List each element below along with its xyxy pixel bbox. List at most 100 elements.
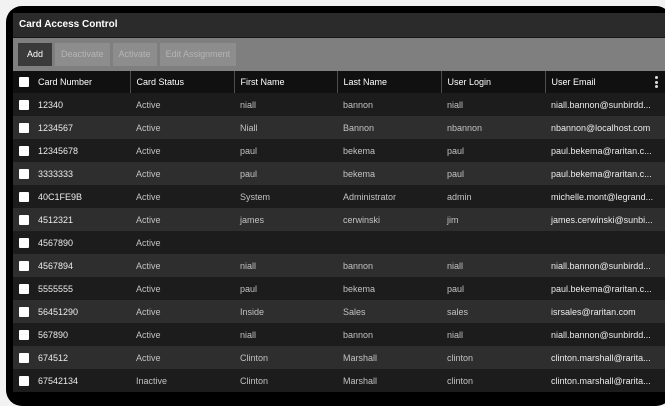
card-status: Active [136, 122, 161, 133]
user-login: nbannon [447, 122, 483, 133]
row-checkbox[interactable] [19, 214, 29, 225]
card-status: Active [136, 145, 161, 156]
toolbar: Add Deactivate Activate Edit Assignment [13, 38, 665, 71]
deactivate-button[interactable]: Deactivate [55, 43, 110, 66]
table-row[interactable]: 4567890 Active [13, 231, 665, 254]
row-checkbox[interactable] [19, 352, 29, 363]
first-name: Inside [240, 306, 265, 317]
last-name: cerwinski [343, 214, 381, 225]
user-email: isrsales@raritan.com [551, 306, 636, 317]
table-row[interactable]: 40C1FE9B Active System Administrator admin mi… [13, 185, 665, 208]
column-header-card-number[interactable]: Card Number [13, 71, 130, 93]
column-header-last-name[interactable]: Last Name [336, 71, 441, 93]
last-name: bannon [343, 99, 374, 110]
row-checkbox[interactable] [19, 329, 29, 340]
card-table: Card Number Card Status First Name Last … [13, 71, 665, 392]
card-number-cell: 4567894 [13, 254, 130, 277]
card-number-cell: 3333333 [13, 162, 130, 185]
card-number-cell: 4512321 [13, 208, 130, 231]
user-email: clinton.marshall@rarita... [551, 375, 651, 386]
table-row[interactable]: 4512321 Active james cerwinski jim james.cerw… [13, 208, 665, 231]
select-all-checkbox[interactable] [19, 77, 29, 87]
table-row[interactable]: 4567894 Active niall bannon niall niall.banno… [13, 254, 665, 277]
row-checkbox[interactable] [19, 260, 29, 271]
last-name: bannon [343, 260, 374, 271]
row-checkbox[interactable] [19, 99, 29, 110]
user-email: michelle.mont@legrand... [551, 191, 654, 202]
first-name: System [240, 191, 271, 202]
user-email: paul.bekema@raritan.c... [551, 168, 652, 179]
first-name: paul [240, 283, 258, 294]
first-name: Clinton [240, 375, 269, 386]
add-button[interactable]: Add [18, 43, 53, 66]
user-email: paul.bekema@raritan.c... [551, 145, 652, 156]
user-login: sales [447, 306, 469, 317]
column-header-label: Card Number [38, 77, 93, 87]
row-checkbox[interactable] [19, 306, 29, 317]
row-checkbox[interactable] [19, 191, 29, 202]
card-number: 12340 [38, 99, 64, 110]
row-checkbox[interactable] [19, 168, 29, 179]
table-row[interactable]: 56451290 Active Inside Sales sales isrsales@r… [13, 300, 665, 323]
table-row[interactable]: 12345678 Active paul bekema paul paul.bekema@… [13, 139, 665, 162]
card-number-cell: 67542134 [13, 369, 130, 392]
table-row[interactable]: 674512 Active Clinton Marshall clinton clinto… [13, 346, 665, 369]
user-login: niall [447, 260, 464, 271]
user-login: clinton [447, 375, 474, 386]
last-name: bekema [343, 283, 376, 294]
card-number: 4512321 [38, 214, 74, 225]
last-name: Marshall [343, 352, 378, 363]
user-login: jim [447, 214, 459, 225]
first-name: james [240, 214, 265, 225]
card-status: Active [136, 260, 161, 271]
activate-button[interactable]: Activate [112, 43, 157, 66]
user-login: clinton [447, 352, 474, 363]
table-row[interactable]: 12340 Active niall bannon niall niall.bannon@… [13, 93, 665, 116]
card-number: 12345678 [38, 145, 79, 156]
first-name: niall [240, 99, 257, 110]
row-checkbox[interactable] [19, 122, 29, 133]
table-row[interactable]: 67542134 Inactive Clinton Marshall clinton cl… [13, 369, 665, 392]
table-row[interactable]: 3333333 Active paul bekema paul paul.bekema@r… [13, 162, 665, 185]
card-number-cell: 56451290 [13, 300, 130, 323]
card-status: Active [136, 168, 161, 179]
last-name: Marshall [343, 375, 378, 386]
row-checkbox[interactable] [19, 283, 29, 294]
card-number: 1234567 [38, 122, 74, 133]
table-row[interactable]: 567890 Active niall bannon niall niall.bannon… [13, 323, 665, 346]
card-status: Active [136, 191, 161, 202]
column-header-label: User Email [551, 77, 596, 87]
edit-assignment-button[interactable]: Edit Assignment [159, 43, 237, 66]
last-name: bannon [343, 329, 374, 340]
user-email: niall.bannon@sunbirdd... [551, 329, 651, 340]
row-checkbox[interactable] [19, 375, 29, 386]
first-name: niall [240, 329, 257, 340]
row-checkbox[interactable] [19, 145, 29, 156]
row-checkbox[interactable] [19, 237, 29, 248]
user-login [441, 231, 545, 254]
table-header-row: Card Number Card Status First Name Last … [13, 71, 665, 93]
user-login: paul [447, 145, 465, 156]
user-login: paul [447, 168, 465, 179]
card-number-cell: 12340 [13, 93, 130, 116]
column-header-user-login[interactable]: User Login [440, 71, 545, 93]
card-number: 4567890 [38, 237, 74, 248]
last-name: bekema [343, 168, 376, 179]
card-number: 40C1FE9B [38, 191, 83, 202]
table-row[interactable]: 1234567 Active Niall Bannon nbannon nbannon@l… [13, 116, 665, 139]
panel-title: Card Access Control [13, 13, 665, 38]
card-number-cell: 40C1FE9B [13, 185, 130, 208]
user-email: niall.bannon@sunbirdd... [551, 99, 651, 110]
user-login: paul [447, 283, 465, 294]
card-status: Active [136, 352, 161, 363]
table-row[interactable]: 5555555 Active paul bekema paul paul.bekema@r… [13, 277, 665, 300]
first-name: niall [240, 260, 257, 271]
column-header-first-name[interactable]: First Name [233, 71, 337, 93]
first-name [234, 231, 337, 254]
card-number: 4567894 [38, 260, 74, 271]
card-status: Active [136, 306, 161, 317]
card-number: 67542134 [38, 375, 79, 386]
column-header-user-email[interactable]: User Email [544, 71, 665, 93]
column-header-card-status[interactable]: Card Status [129, 71, 234, 93]
column-menu-icon[interactable] [655, 76, 659, 88]
